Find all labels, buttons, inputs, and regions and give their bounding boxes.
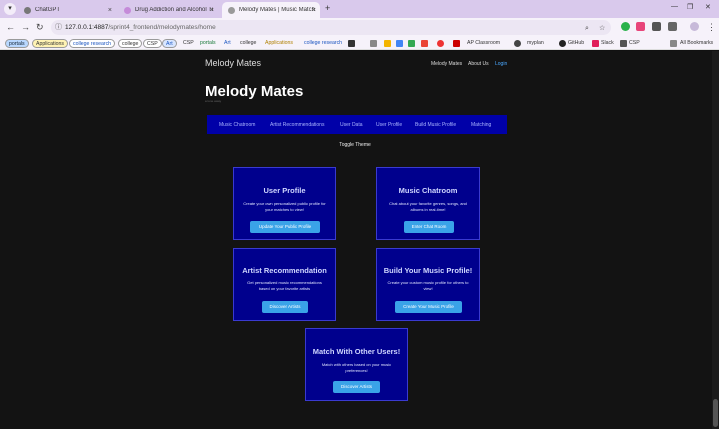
card-description: Create your custom music profile for oth… (387, 280, 469, 291)
update-public-profile-button[interactable]: Update Your Public Profile (250, 221, 320, 233)
new-tab-button[interactable]: + (325, 3, 330, 13)
all-bookmarks[interactable]: All Bookmarks (677, 39, 716, 48)
tab-search-icon[interactable]: ▾ (4, 3, 16, 15)
card-music-chatroom: Music Chatroom Chat about your favorite … (376, 167, 480, 240)
bookmark-applications-2[interactable]: Applications (262, 39, 296, 48)
back-icon[interactable]: ← (6, 22, 15, 32)
netflix-icon[interactable] (453, 40, 460, 47)
bookmark-portals[interactable]: portals (5, 39, 29, 48)
bookmark-star-icon[interactable]: ☆ (599, 21, 605, 36)
minimize-icon[interactable]: — (671, 3, 678, 10)
docs-icon[interactable] (396, 40, 403, 47)
reload-icon[interactable]: ↻ (36, 22, 44, 33)
nav-about-us[interactable]: About Us (468, 61, 489, 67)
site-favicon-icon (228, 6, 235, 14)
close-icon[interactable]: × (312, 7, 316, 14)
drive-icon[interactable] (384, 40, 391, 47)
enter-chat-room-button[interactable]: Enter Chat Room (404, 221, 454, 233)
extension-icon[interactable] (621, 22, 630, 31)
bookmark-csp-2[interactable]: CSP (180, 39, 197, 48)
bookmark-slack[interactable]: Slack (598, 39, 617, 48)
folder-icon[interactable] (670, 40, 677, 47)
browser-toolbar: ← → ↻ ⓘ 127.0.0.1:4887/sprint4_frontend/… (0, 18, 719, 37)
chatgpt-favicon-icon (24, 6, 31, 14)
card-description: Create your own personalized public prof… (243, 201, 326, 212)
bookmark-icon[interactable] (370, 40, 377, 47)
close-icon[interactable]: × (108, 7, 112, 14)
page-title: Melody Mates (205, 83, 304, 100)
restore-icon[interactable]: ❐ (687, 3, 693, 11)
close-window-icon[interactable]: ✕ (705, 3, 711, 11)
menu-music-chatroom[interactable]: Music Chatroom (219, 122, 255, 128)
feature-menu: Music Chatroom Artist Recommendations Us… (207, 115, 507, 134)
tab-drug-addiction[interactable]: Drug Addiction and Alcohol Tr × (118, 2, 218, 18)
menu-matching[interactable]: Matching (471, 122, 491, 128)
card-description: Get personalized music recommendations b… (247, 280, 322, 291)
bookmark-csp-3[interactable]: CSP (626, 39, 643, 48)
bookmark-icon[interactable] (437, 40, 444, 47)
nav-melody-mates[interactable]: Melody Mates (431, 61, 462, 67)
browser-tab-bar: ▾ ChatGPT × Drug Addiction and Alcohol T… (0, 0, 719, 18)
extensions-puzzle-icon[interactable] (652, 22, 661, 31)
scrollbar[interactable] (712, 51, 719, 429)
bookmark-csp[interactable]: CSP (143, 39, 162, 48)
tab-chatgpt[interactable]: ChatGPT × (18, 2, 116, 18)
address-bar[interactable]: ⓘ 127.0.0.1:4887/sprint4_frontend/melody… (51, 20, 611, 35)
sheets-icon[interactable] (408, 40, 415, 47)
card-match-users: Match With Other Users! Match with other… (305, 328, 408, 401)
site-info-icon[interactable]: ⓘ (55, 20, 62, 35)
forward-icon[interactable]: → (21, 22, 30, 32)
card-title: Artist Recommendation (242, 266, 327, 275)
extension-icon[interactable] (636, 22, 645, 31)
menu-user-profile[interactable]: User Profile (376, 122, 402, 128)
profile-avatar[interactable] (690, 22, 699, 31)
site-favicon-icon (124, 6, 131, 14)
scrollbar-thumb[interactable] (713, 399, 718, 427)
site-navbar: Melody Mates Melody Mates About Us Login (205, 58, 507, 70)
page-viewport: Melody Mates Melody Mates About Us Login… (0, 51, 712, 429)
bookmark-college-2[interactable]: college (237, 39, 259, 48)
bookmark-github[interactable]: GitHub (565, 39, 587, 48)
bookmark-icon[interactable] (514, 40, 521, 47)
search-icon[interactable]: ⌕ (585, 21, 589, 36)
bookmarks-bar: portals Applications college research co… (0, 37, 719, 50)
bookmark-college-research[interactable]: college research (69, 39, 116, 48)
bookmark-portals-2[interactable]: portals (197, 39, 219, 48)
bookmark-myplan[interactable]: myplan (524, 39, 547, 48)
bookmark-college[interactable]: college (118, 39, 143, 48)
apps-grid-icon[interactable] (348, 40, 355, 47)
card-title: Match With Other Users! (312, 347, 401, 356)
card-title: User Profile (263, 186, 306, 195)
gmail-icon[interactable] (421, 40, 428, 47)
close-icon[interactable]: × (210, 7, 214, 14)
discover-artists-button-2[interactable]: Discover Artists (333, 381, 380, 393)
create-music-profile-button[interactable]: Create Your Music Profile (395, 301, 462, 313)
bookmark-college-research-2[interactable]: college research (301, 39, 345, 48)
card-build-music-profile: Build Your Music Profile! Create your cu… (376, 248, 480, 321)
card-title: Build Your Music Profile! (383, 266, 473, 275)
url-host: 127.0.0.1:4887 (65, 24, 109, 31)
tab-melody-mates[interactable]: Melody Mates | Music Matchin × (222, 2, 320, 18)
site-brand[interactable]: Melody Mates (205, 58, 261, 68)
card-artist-recommendation: Artist Recommendation Get personalized m… (233, 248, 336, 321)
bookmark-ap-classroom[interactable]: AP Classroom (464, 39, 503, 48)
discover-artists-button[interactable]: Discover Artists (262, 301, 308, 313)
menu-user-data[interactable]: User Data (340, 122, 363, 128)
menu-icon[interactable]: ⋮ (707, 22, 716, 33)
bookmark-art-2[interactable]: Art (221, 39, 234, 48)
card-title: Music Chatroom (398, 186, 458, 195)
card-user-profile: User Profile Create your own personalize… (233, 167, 336, 240)
toggle-theme-button[interactable]: Toggle Theme (335, 140, 375, 151)
menu-artist-recommendations[interactable]: Artist Recommendations (270, 122, 324, 128)
url-path: /sprint4_frontend/melodymates/home (108, 24, 216, 31)
bookmark-art[interactable]: Art (162, 39, 177, 48)
sidebar-icon[interactable] (668, 22, 677, 31)
card-description: Chat about your favorite genres, songs, … (389, 201, 467, 212)
menu-build-music-profile[interactable]: Build Music Profile (415, 122, 456, 128)
page-subtitle: a tune away (205, 99, 222, 103)
bookmark-applications[interactable]: Applications (32, 39, 68, 48)
nav-login[interactable]: Login (495, 61, 507, 67)
card-description: Match with others based on your music pr… (321, 362, 392, 373)
